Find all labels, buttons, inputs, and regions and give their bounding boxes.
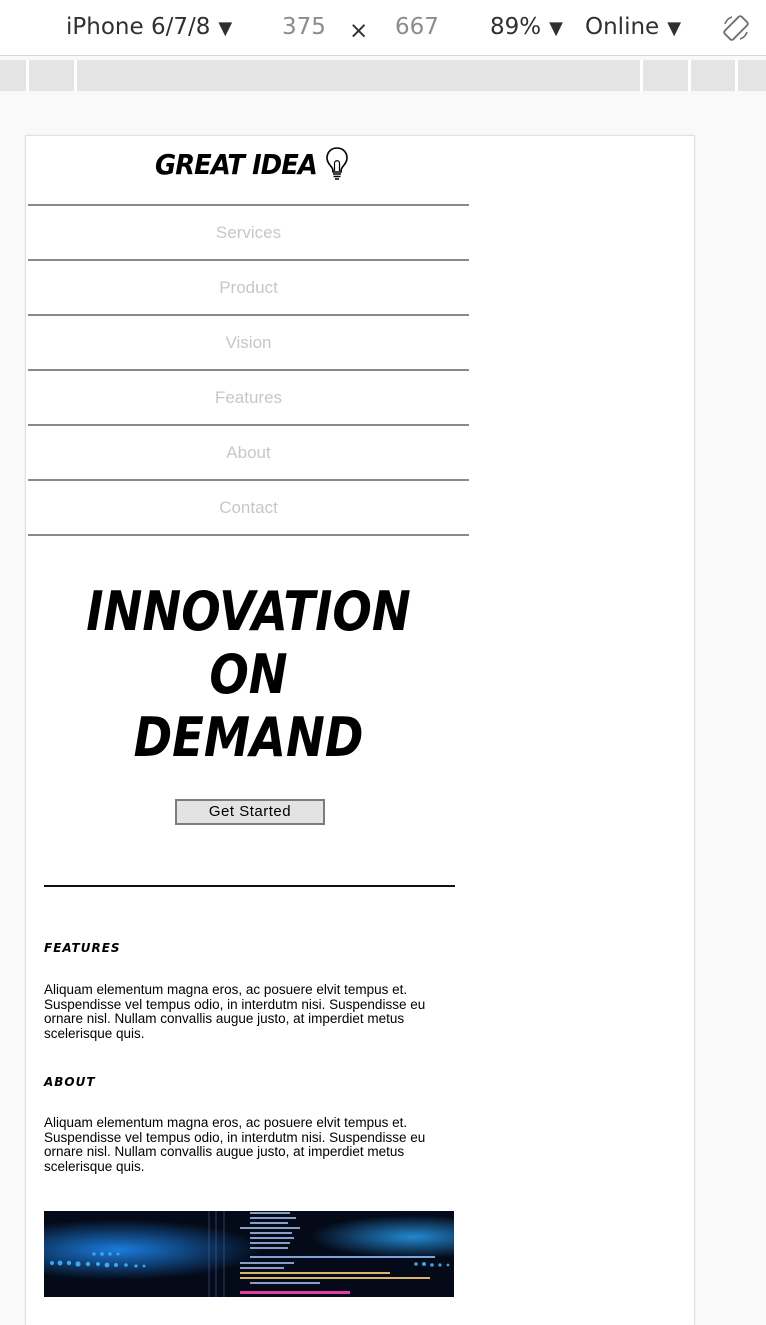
media-query-bar[interactable] [0,60,766,91]
nav-item-services[interactable]: Services [28,204,469,259]
lightbulb-icon [326,147,348,180]
ruler-segment [688,60,691,91]
devtools-toolbar: iPhone 6/7/8 ▼ 375 × 667 89% ▼ Online ▼ [0,0,766,56]
nav-item-contact[interactable]: Contact [28,479,469,536]
about-title: ABOUT [44,1075,96,1089]
about-text: Aliquam elementum magna eros, ac posuere… [44,1115,426,1174]
viewport-width-input[interactable]: 375 [282,12,326,42]
main-nav: Services Product Vision Features About C… [28,204,469,536]
hero-heading: INNOVATION ON DEMAND [28,580,469,769]
chevron-down-icon: ▼ [218,18,233,39]
section-divider [44,885,455,887]
features-title: FEATURES [44,941,121,955]
nav-item-features[interactable]: Features [28,369,469,424]
hero-line: ON [209,643,288,706]
device-label: iPhone 6/7/8 [66,14,211,40]
viewport-height-input[interactable]: 667 [395,12,439,42]
times-icon: × [349,18,369,44]
device-select[interactable]: iPhone 6/7/8 ▼ [66,12,232,44]
ruler-segment [74,60,77,91]
ruler-segment [735,60,738,91]
code-screen-image [44,1211,454,1297]
ruler-segment [640,60,643,91]
zoom-select[interactable]: 89% ▼ [490,12,563,44]
hero-line: DEMAND [133,706,364,769]
features-text: Aliquam elementum magna eros, ac posuere… [44,982,426,1041]
network-select[interactable]: Online ▼ [585,12,681,44]
ruler-segment [26,60,29,91]
nav-item-vision[interactable]: Vision [28,314,469,369]
zoom-label: 89% [490,14,542,40]
hero-line: INNOVATION [86,580,411,643]
site-logo[interactable]: GREAT IDEA [28,146,469,182]
network-label: Online [585,14,660,40]
logo-text: GREAT IDEA [155,147,318,181]
get-started-button[interactable]: Get Started [175,799,325,825]
device-viewport: GREAT IDEA Services Product Vision Featu… [25,135,695,1325]
chevron-down-icon: ▼ [667,18,682,39]
rotate-icon[interactable] [722,14,750,42]
nav-item-about[interactable]: About [28,424,469,479]
nav-item-product[interactable]: Product [28,259,469,314]
chevron-down-icon: ▼ [549,18,563,39]
